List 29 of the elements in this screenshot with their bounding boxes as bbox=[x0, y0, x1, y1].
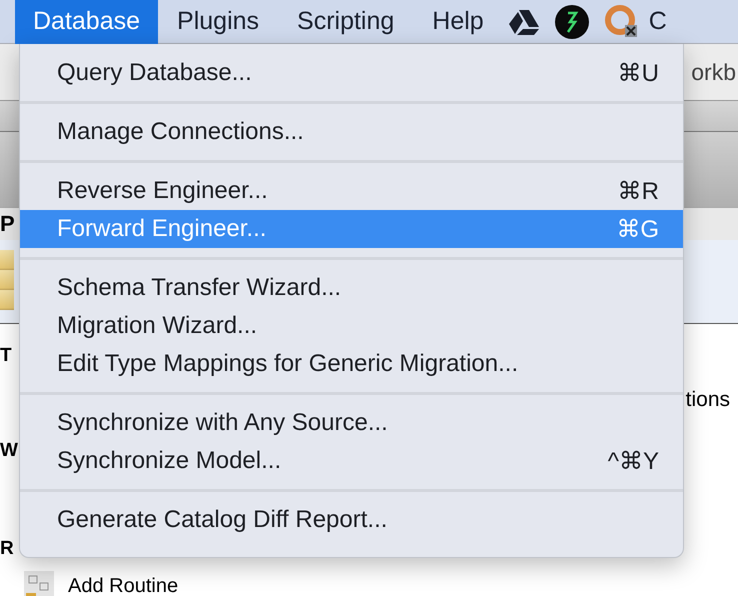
add-routine-button[interactable]: Add Routine bbox=[68, 574, 178, 596]
section-header: P bbox=[0, 211, 15, 237]
menu-item[interactable]: Generate Catalog Diff Report... bbox=[20, 501, 683, 539]
menu-bar-item[interactable]: Scripting bbox=[278, 0, 414, 44]
ring-badge-icon[interactable] bbox=[604, 4, 639, 38]
menu-item[interactable]: Reverse Engineer... ⌘R bbox=[20, 172, 683, 210]
shortcut-text: ^⌘Y bbox=[608, 446, 659, 476]
menu-bar-item[interactable]: Plugins bbox=[158, 0, 278, 44]
option-text: tions bbox=[686, 388, 730, 412]
shortcut-text: ⌘U bbox=[616, 58, 659, 88]
circle-logo-icon[interactable] bbox=[554, 4, 589, 38]
menu-item[interactable]: Migration Wizard... bbox=[20, 307, 683, 345]
shortcut-text: ⌘G bbox=[615, 214, 659, 244]
menu-item[interactable]: Synchronize Model... ^⌘Y bbox=[20, 442, 683, 480]
section-label: R bbox=[0, 538, 14, 560]
menu-item[interactable]: Schema Transfer Wizard... bbox=[20, 269, 683, 307]
shortcut-text: ⌘R bbox=[616, 176, 659, 206]
menu-bar-item[interactable]: Database bbox=[15, 0, 158, 44]
menu-item[interactable]: Manage Connections... bbox=[20, 113, 683, 151]
menu-item[interactable]: Synchronize with Any Source... bbox=[20, 404, 683, 442]
section-label: T bbox=[0, 345, 12, 367]
menu-bar-item[interactable]: Help bbox=[413, 0, 503, 44]
menu-item[interactable]: Edit Type Mappings for Generic Migration... bbox=[20, 345, 683, 383]
section-label: W bbox=[0, 440, 18, 462]
triangle-logo-icon[interactable] bbox=[508, 8, 539, 34]
menu-bar-item[interactable]: C bbox=[638, 0, 667, 44]
folder-icon bbox=[0, 250, 14, 310]
menu-item[interactable]: Query Database... ⌘U bbox=[20, 54, 683, 92]
window-title: orkb bbox=[691, 58, 736, 86]
